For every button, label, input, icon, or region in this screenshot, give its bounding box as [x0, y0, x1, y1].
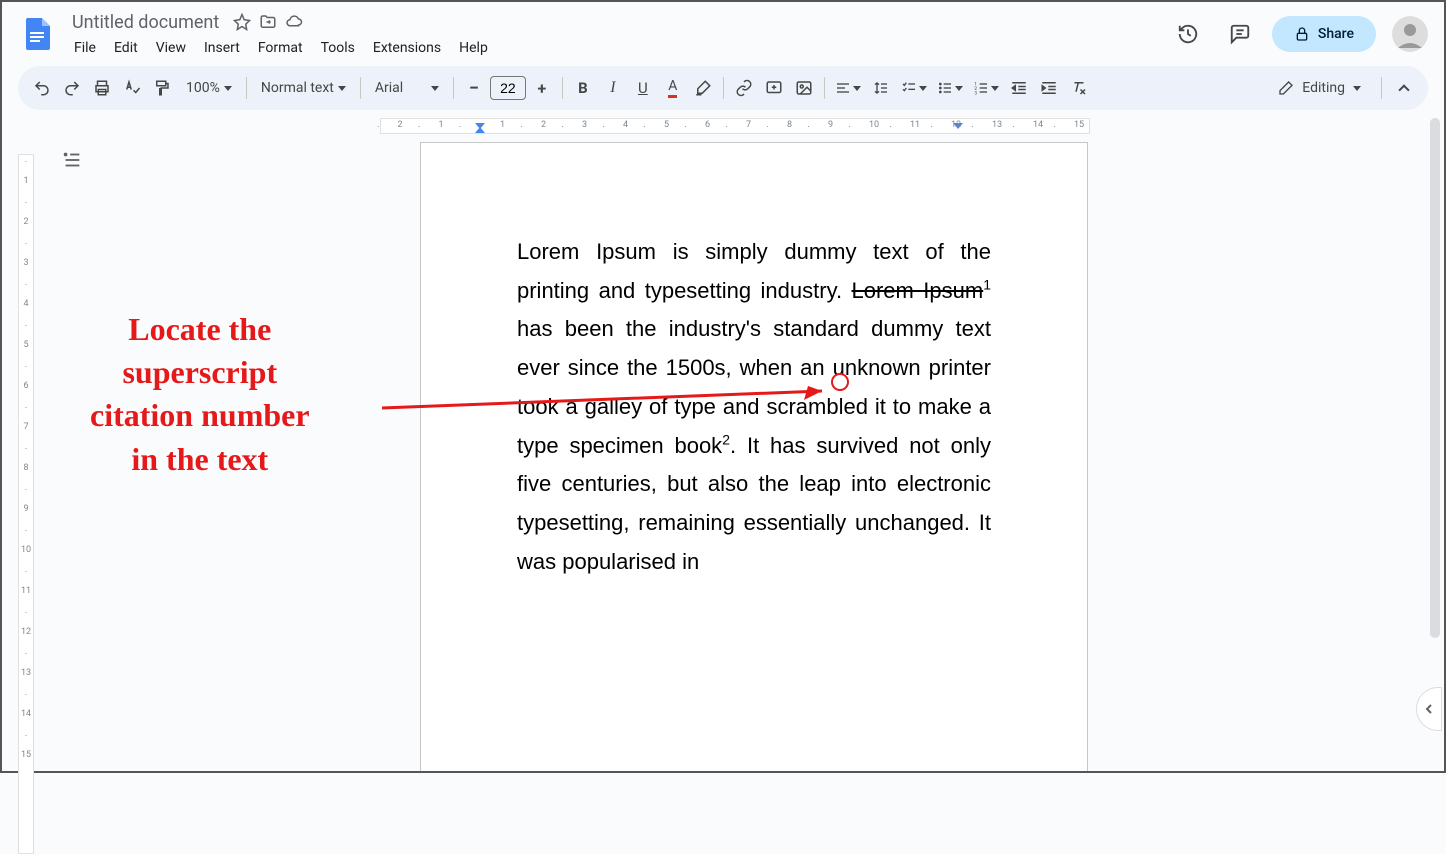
underline-button[interactable]: U — [629, 74, 657, 102]
bullet-list-button[interactable] — [933, 74, 967, 102]
horizontal-ruler: .2.1..1.2.3.4.5.6.7.8.9.10.11.12.13.14.1… — [380, 118, 1090, 134]
lock-icon — [1294, 26, 1310, 42]
move-icon[interactable] — [259, 13, 277, 31]
document-body[interactable]: Lorem Ipsum is simply dummy text of the … — [517, 233, 991, 581]
citation-superscript-1[interactable]: 1 — [983, 276, 991, 292]
scrollbar[interactable] — [1430, 118, 1440, 771]
add-comment-button[interactable] — [760, 74, 788, 102]
cloud-icon[interactable] — [285, 13, 303, 31]
history-icon[interactable] — [1168, 14, 1208, 54]
menu-edit[interactable]: Edit — [106, 36, 146, 60]
line-spacing-button[interactable] — [867, 74, 895, 102]
citation-superscript-2[interactable]: 2 — [722, 431, 730, 447]
menu-view[interactable]: View — [148, 36, 194, 60]
undo-button[interactable] — [28, 74, 56, 102]
document-page[interactable]: Lorem Ipsum is simply dummy text of the … — [420, 142, 1088, 771]
menu-extensions[interactable]: Extensions — [365, 36, 449, 60]
share-button[interactable]: Share — [1272, 16, 1376, 52]
collapse-toolbar-button[interactable] — [1390, 74, 1418, 102]
spellcheck-button[interactable] — [118, 74, 146, 102]
vertical-ruler: .1.2.3.4.5.6.7.8.9.10.11.12.13.14.15 — [2, 118, 42, 771]
style-dropdown[interactable]: Normal text — [253, 80, 354, 96]
decrease-indent-button[interactable] — [1005, 74, 1033, 102]
print-button[interactable] — [88, 74, 116, 102]
font-size-input[interactable] — [490, 76, 526, 100]
decrease-font-button[interactable]: − — [460, 74, 488, 102]
svg-text:3: 3 — [974, 91, 977, 96]
link-button[interactable] — [730, 74, 758, 102]
italic-button[interactable]: I — [599, 74, 627, 102]
menu-tools[interactable]: Tools — [313, 36, 363, 60]
image-button[interactable] — [790, 74, 818, 102]
menu-file[interactable]: File — [66, 36, 104, 60]
star-icon[interactable] — [233, 13, 251, 31]
avatar[interactable] — [1392, 16, 1428, 52]
checklist-button[interactable] — [897, 74, 931, 102]
docs-logo[interactable] — [18, 14, 58, 54]
highlight-button[interactable] — [689, 74, 717, 102]
increase-indent-button[interactable] — [1035, 74, 1063, 102]
redo-button[interactable] — [58, 74, 86, 102]
text-color-button[interactable]: A — [659, 74, 687, 102]
toolbar: 100% Normal text Arial − + B I U A 123 E… — [18, 66, 1428, 110]
number-list-button[interactable]: 123 — [969, 74, 1003, 102]
menu-help[interactable]: Help — [451, 36, 496, 60]
share-label: Share — [1318, 26, 1354, 42]
menu-format[interactable]: Format — [250, 36, 311, 60]
bold-button[interactable]: B — [569, 74, 597, 102]
zoom-dropdown[interactable]: 100% — [178, 80, 240, 96]
paint-format-button[interactable] — [148, 74, 176, 102]
annotation-overlay: Locate the superscript citation number i… — [90, 308, 310, 481]
outline-button[interactable] — [54, 142, 90, 178]
clear-format-button[interactable] — [1065, 74, 1093, 102]
comment-icon[interactable] — [1220, 14, 1260, 54]
pencil-icon — [1278, 80, 1294, 96]
menu-insert[interactable]: Insert — [196, 36, 248, 60]
strikethrough-text: Lorem Ipsum — [852, 278, 984, 303]
menu-bar: File Edit View Insert Format Tools Exten… — [66, 36, 1168, 60]
editing-mode-button[interactable]: Editing — [1266, 80, 1373, 96]
document-title[interactable]: Untitled document — [66, 10, 225, 35]
font-dropdown[interactable]: Arial — [367, 80, 447, 96]
align-button[interactable] — [831, 74, 865, 102]
increase-font-button[interactable]: + — [528, 74, 556, 102]
